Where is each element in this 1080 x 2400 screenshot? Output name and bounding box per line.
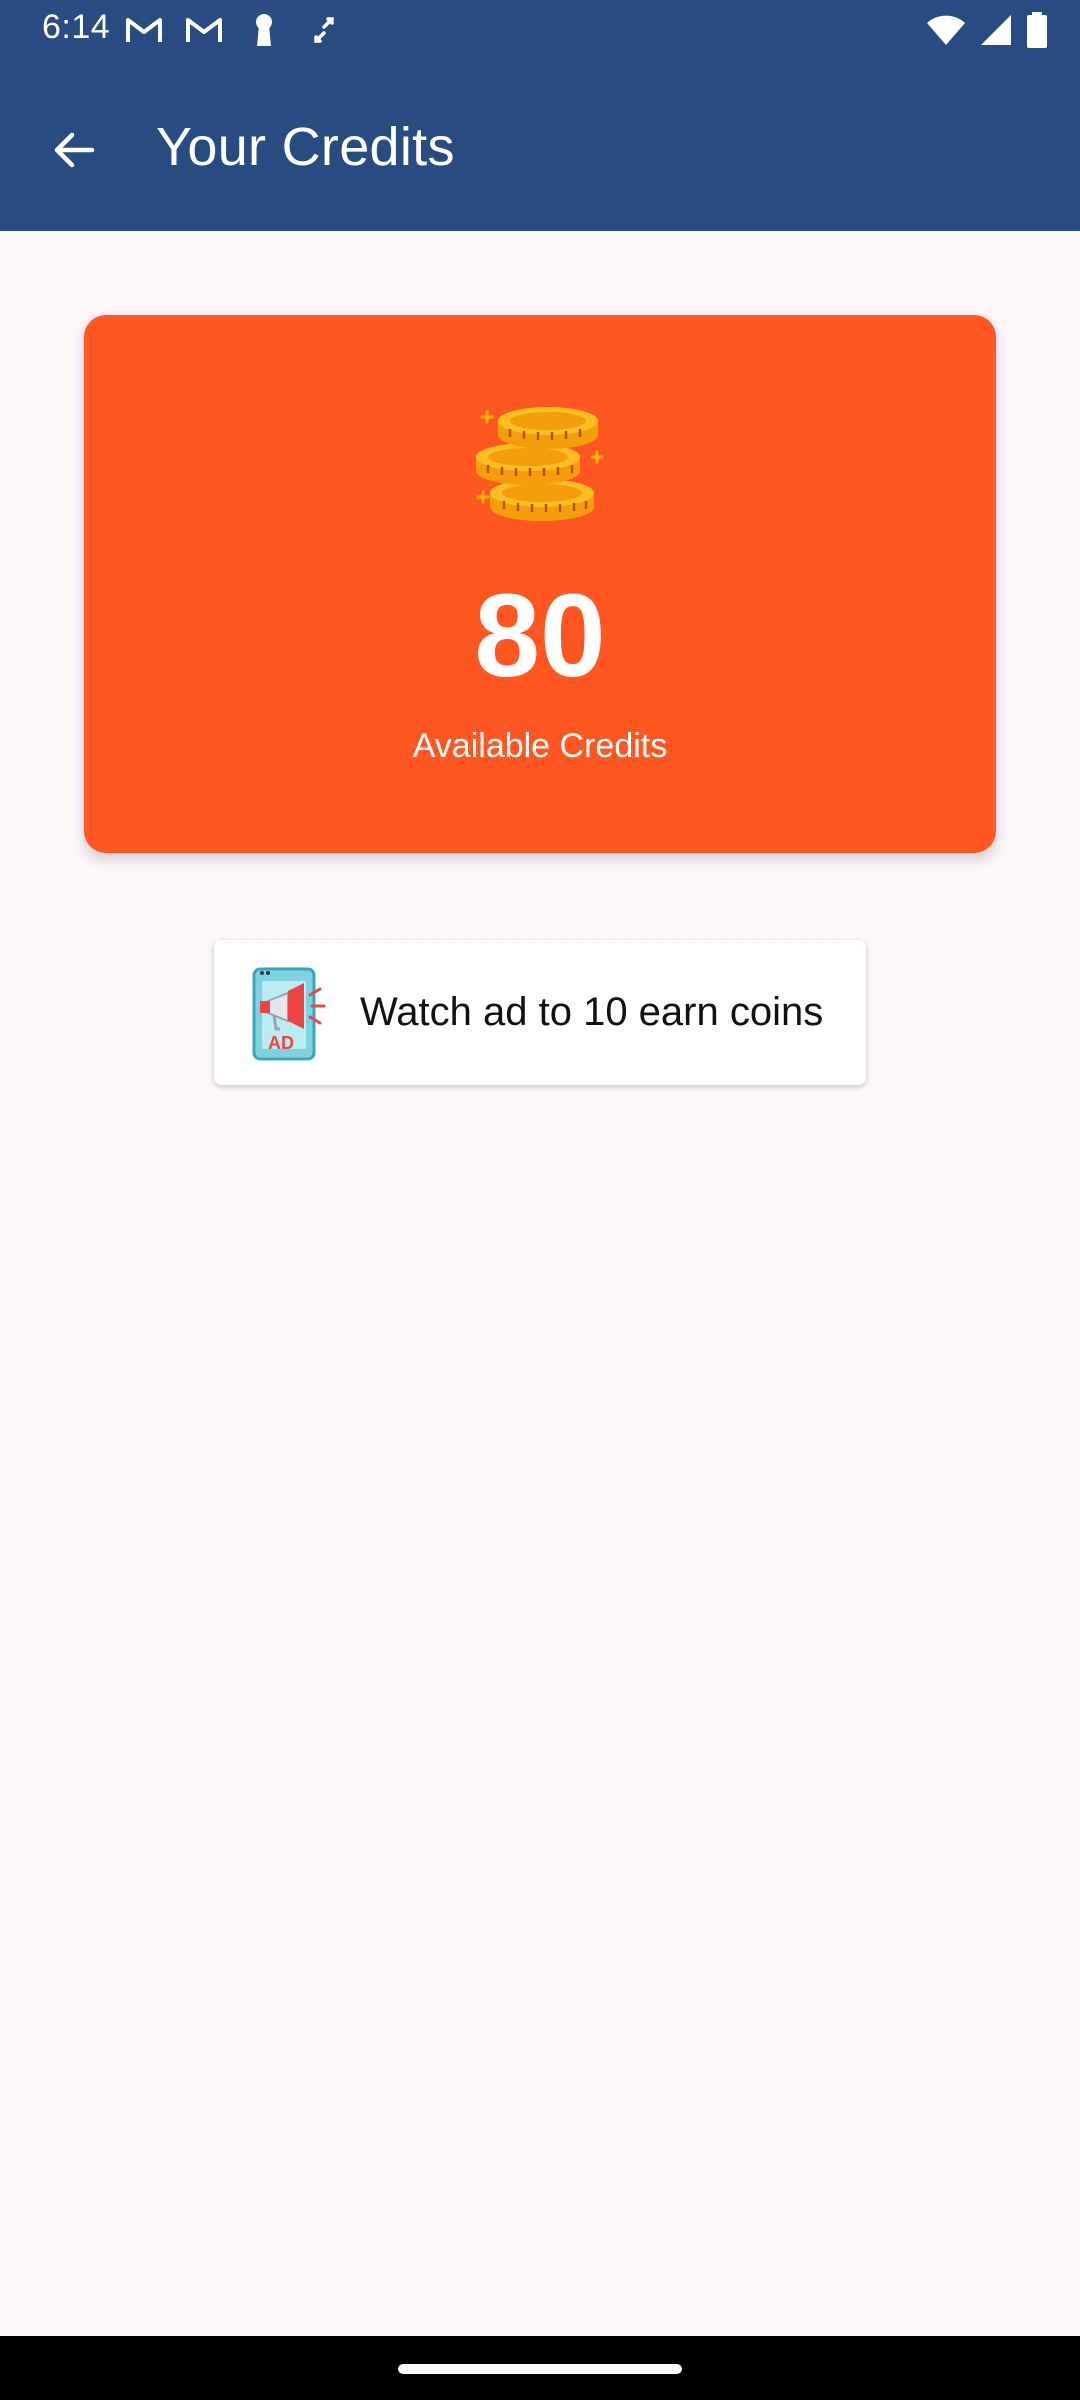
home-gesture-handle[interactable] — [398, 2364, 682, 2374]
credits-card: 80 Available Credits — [84, 315, 996, 853]
app-bar: Your Credits — [0, 60, 1080, 231]
battery-icon — [1026, 12, 1048, 53]
credit-label: Available Credits — [412, 727, 668, 765]
wifi-icon — [926, 14, 966, 51]
arrow-back-icon — [54, 132, 95, 168]
credit-balance: 80 — [474, 570, 606, 702]
page-title: Your Credits — [156, 117, 455, 177]
status-bar: 6:14 — [0, 0, 1080, 60]
gmail-icon — [184, 12, 224, 48]
watch-ad-button[interactable]: AD Watch ad to 10 earn coins — [214, 940, 866, 1085]
svg-text:AD: AD — [268, 1033, 294, 1053]
watch-ad-label: Watch ad to 10 earn coins — [360, 990, 824, 1034]
system-icons — [926, 12, 1048, 53]
back-button[interactable] — [34, 110, 114, 190]
credits-screen: 6:14 Your Credits 80 Available Credits A… — [0, 0, 1080, 2400]
navigation-bar — [0, 2336, 1080, 2400]
signal-icon — [980, 14, 1012, 51]
coins-icon — [476, 407, 604, 521]
status-time: 6:14 — [42, 8, 111, 46]
sync-icon — [304, 12, 344, 48]
notification-icons — [124, 12, 344, 48]
keyhole-icon — [244, 12, 284, 48]
ad-megaphone-icon: AD — [252, 967, 326, 1060]
gmail-icon — [124, 12, 164, 48]
